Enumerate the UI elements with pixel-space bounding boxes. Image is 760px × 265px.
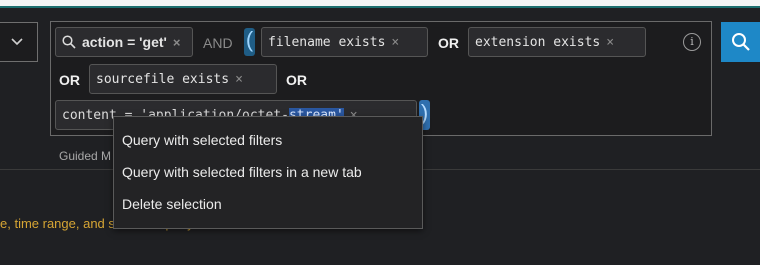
menu-item-query-selected[interactable]: Query with selected filters [122, 132, 282, 148]
search-icon [732, 33, 750, 51]
filter-chip-label: action = 'get' [82, 34, 167, 50]
window-top-edge [0, 0, 760, 8]
menu-item-query-selected-new-tab[interactable]: Query with selected filters in a new tab [122, 164, 362, 180]
menu-item-delete-selection[interactable]: Delete selection [122, 196, 222, 212]
operator-or[interactable]: OR [438, 35, 459, 51]
filter-chip-filename[interactable]: filename exists × [261, 27, 428, 57]
filter-chip-label: sourcefile exists [96, 71, 230, 87]
context-menu: Query with selected filters Query with s… [113, 116, 423, 229]
filter-chip-sourcefile[interactable]: sourcefile exists × [89, 64, 277, 94]
remove-filter-icon[interactable]: × [391, 35, 399, 50]
filter-chip-action[interactable]: action = 'get' × [55, 27, 193, 57]
guided-mode-label[interactable]: Guided M [59, 149, 111, 163]
filter-chip-label: extension exists [475, 34, 601, 50]
info-icon[interactable]: i [683, 33, 701, 51]
remove-filter-icon[interactable]: × [606, 35, 614, 50]
chevron-down-icon [11, 38, 23, 46]
filter-chip-extension[interactable]: extension exists × [468, 27, 646, 57]
group-open-paren[interactable]: ( [244, 28, 255, 56]
query-mode-dropdown[interactable] [0, 22, 38, 62]
operator-or[interactable]: OR [286, 72, 307, 88]
operator-and[interactable]: AND [203, 35, 233, 51]
operator-or[interactable]: OR [59, 72, 80, 88]
remove-filter-icon[interactable]: × [235, 72, 243, 87]
search-button[interactable] [721, 22, 760, 62]
remove-filter-icon[interactable]: × [173, 35, 181, 50]
filter-chip-label: filename exists [268, 34, 386, 50]
magnifier-icon [62, 35, 76, 49]
